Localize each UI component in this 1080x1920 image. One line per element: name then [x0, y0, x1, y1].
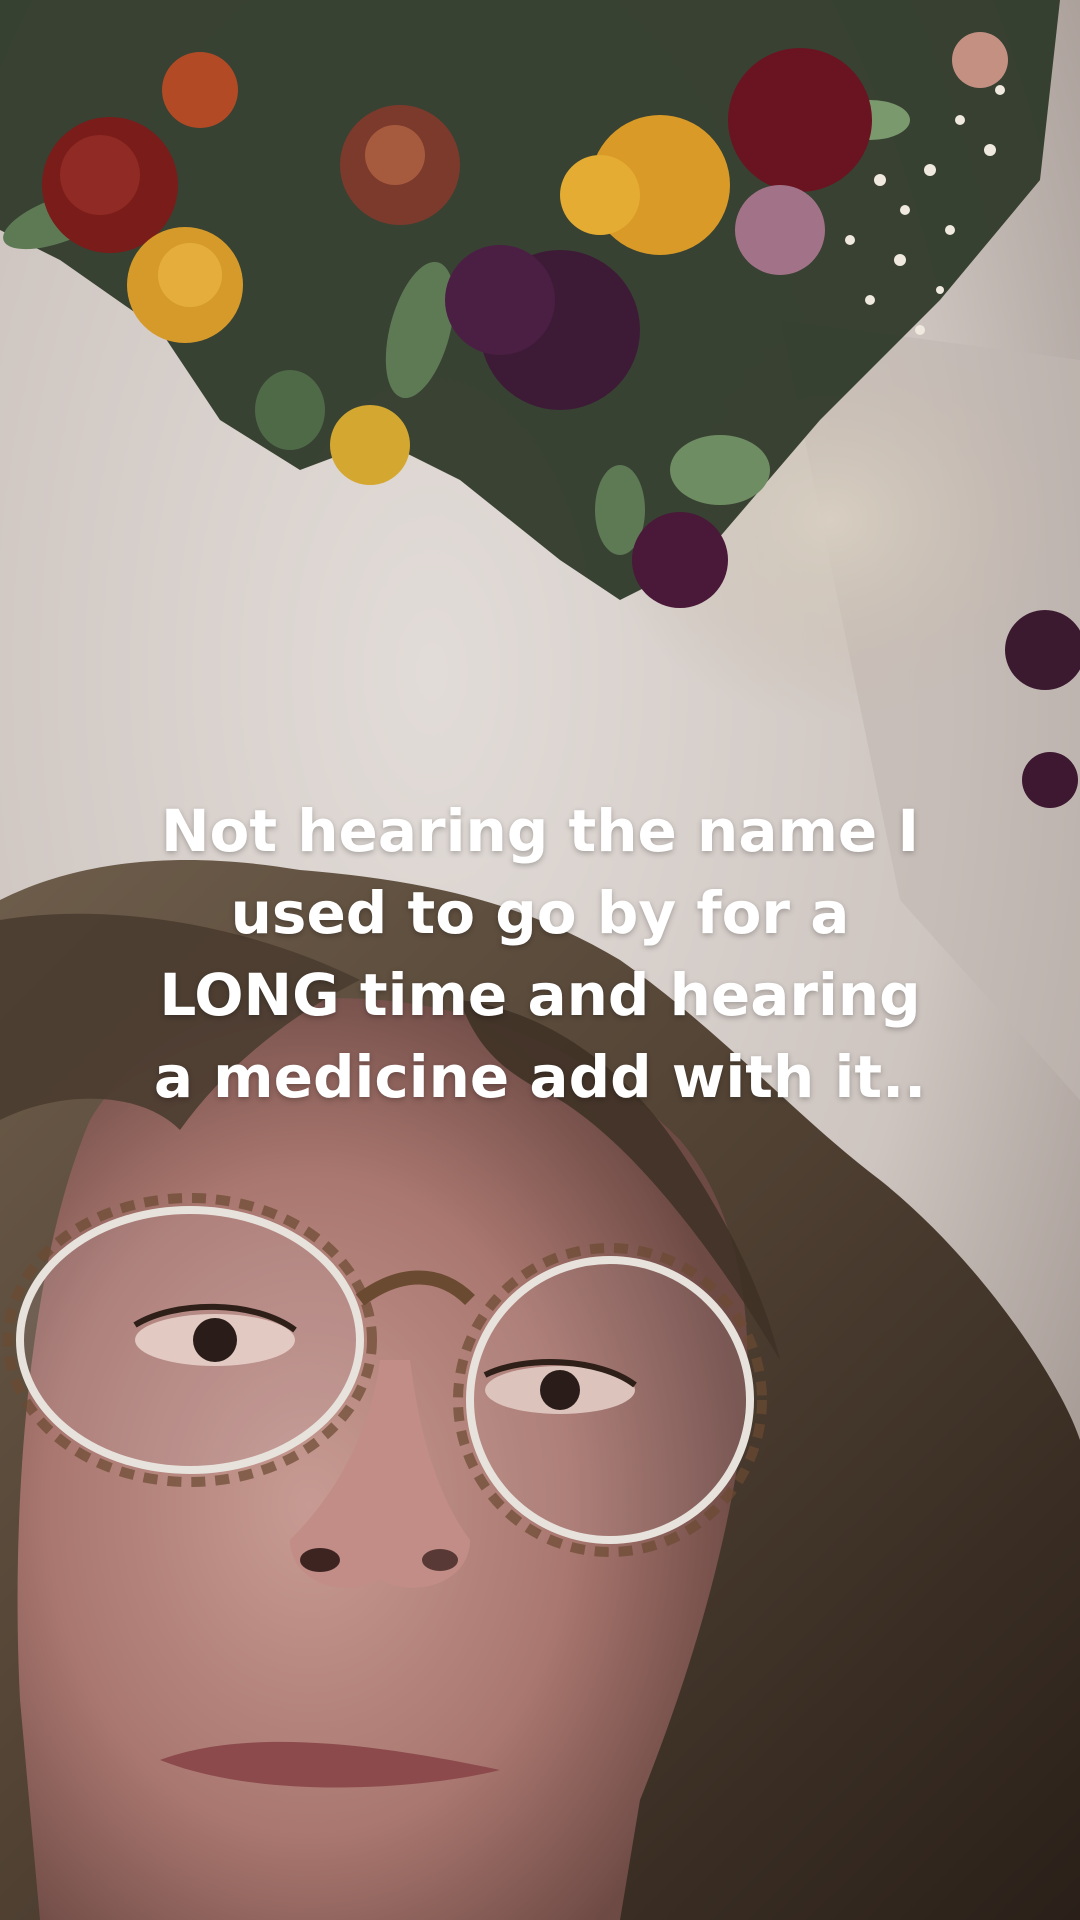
caption-line: LONG time and hearing: [159, 961, 921, 1029]
story-caption: Not hearing the name I used to go by for…: [90, 790, 990, 1118]
caption-line: used to go by for a: [230, 879, 850, 947]
caption-line: Not hearing the name I: [160, 797, 920, 865]
story-frame: Not hearing the name I used to go by for…: [0, 0, 1080, 1920]
caption-line: a medicine add with it..: [153, 1043, 927, 1111]
